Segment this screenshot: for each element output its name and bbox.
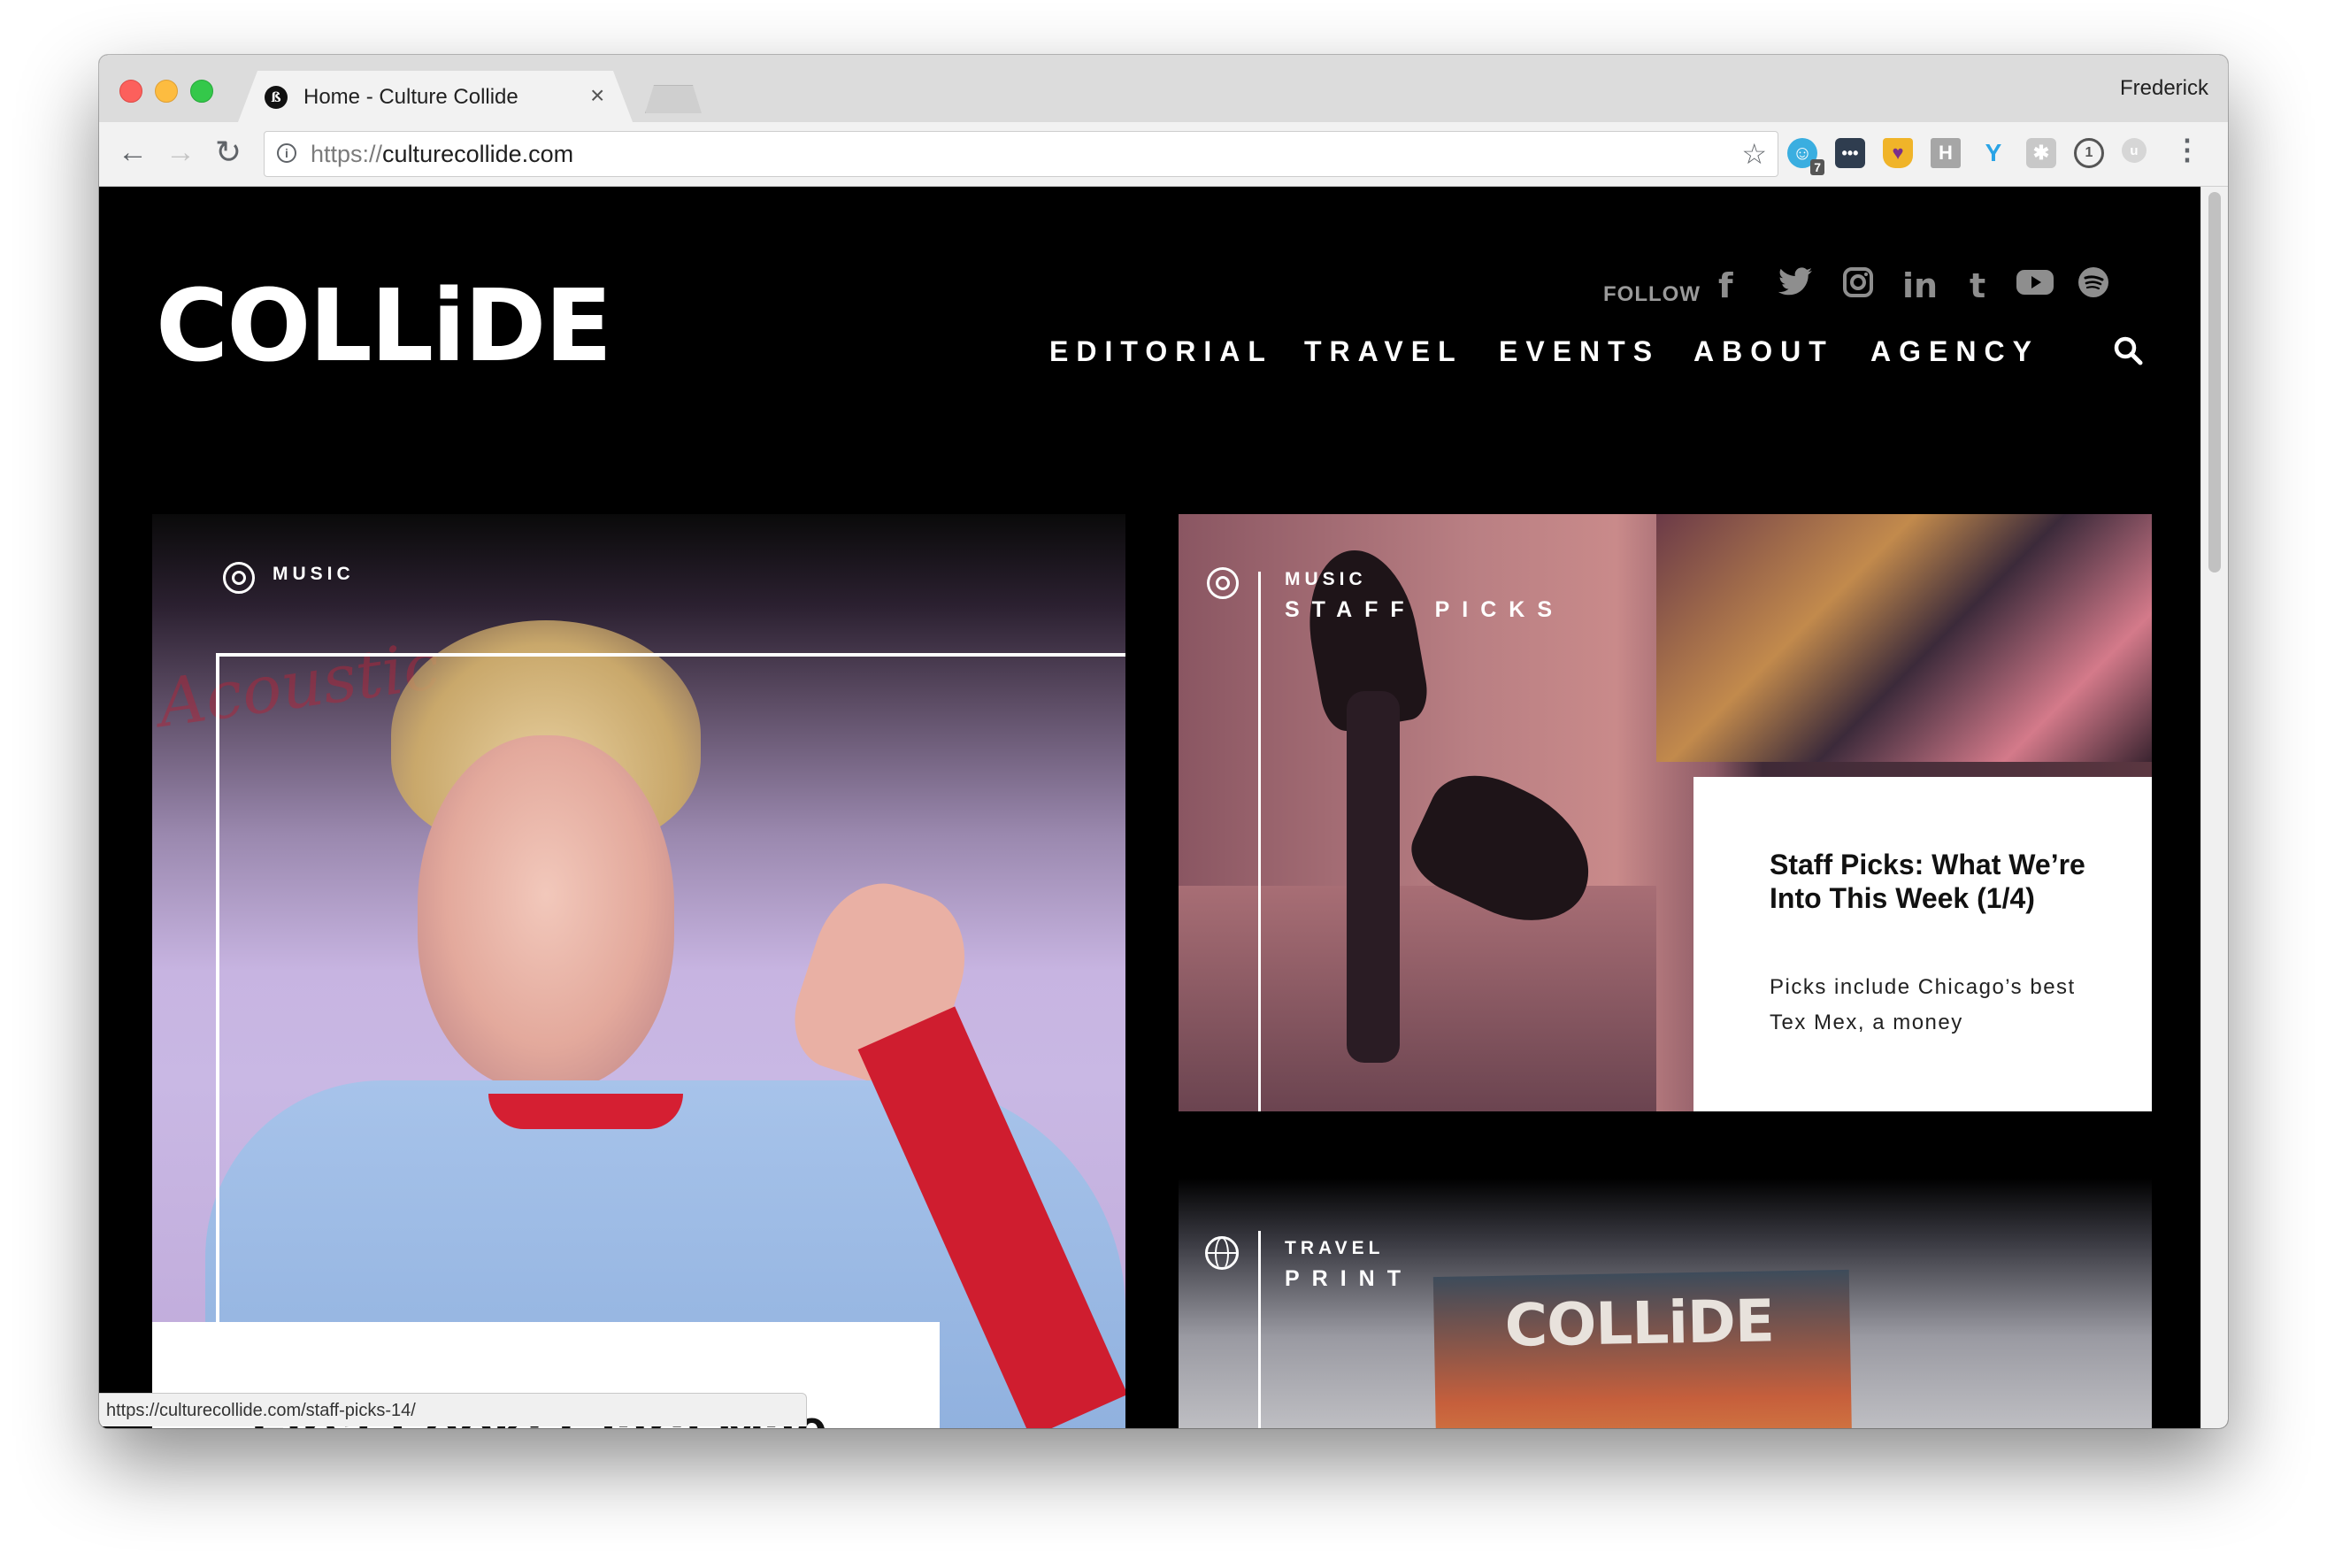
subcategory-label[interactable]: PRINT: [1285, 1266, 1413, 1292]
featured-card-print[interactable]: COLLiDE TRAVEL PRINT: [1179, 1178, 2152, 1428]
scrollbar[interactable]: [2200, 187, 2228, 1428]
url-text[interactable]: https://culturecollide.com: [311, 141, 573, 168]
site-logo[interactable]: COLLiDE: [156, 277, 612, 376]
follow-label: FOLLOW: [1603, 282, 1701, 306]
tab-close-icon[interactable]: ×: [590, 81, 604, 110]
featured-card-clara-mae[interactable]: Acoustic MUSIC First Look: Clara Mae: [152, 514, 1125, 1428]
subcategory-label[interactable]: STAFF PICKS: [1285, 597, 1564, 623]
globe-icon: [1205, 1236, 1239, 1270]
tab-strip: ß Home - Culture Collide × Frederick: [99, 55, 2228, 122]
divider-line: [1258, 572, 1261, 1111]
photo-magazine: COLLiDE: [1432, 1269, 1854, 1428]
ghostery-icon[interactable]: ☺ 7: [1787, 138, 1824, 175]
reload-icon[interactable]: ↻: [209, 133, 248, 172]
spotify-icon[interactable]: [2077, 266, 2109, 306]
browser-window: ß Home - Culture Collide × Frederick ← →…: [99, 55, 2228, 1428]
one-password-icon[interactable]: 1: [2074, 138, 2104, 168]
tumblr-icon[interactable]: t: [1970, 266, 1985, 305]
featured-card-staff-picks[interactable]: MUSIC STAFF PICKS Staff Picks: What We’r…: [1179, 514, 2152, 1111]
forward-arrow-icon[interactable]: →: [161, 133, 200, 172]
nav-events[interactable]: EVENTS: [1499, 335, 1660, 368]
url-host: culturecollide.com: [382, 141, 574, 167]
nav-travel[interactable]: TRAVEL: [1304, 335, 1463, 368]
category-label[interactable]: TRAVEL: [1285, 1238, 1384, 1259]
browser-toolbar: ← → ↻ i https://culturecollide.com ☆ ☺ 7 …: [99, 122, 2228, 187]
tab-title: Home - Culture Collide: [303, 85, 518, 109]
gear-icon[interactable]: ✱: [2026, 138, 2056, 168]
cup-icon[interactable]: ♥: [1883, 138, 1913, 168]
window-maximize-button[interactable]: [190, 80, 213, 103]
nav-agency[interactable]: AGENCY: [1870, 335, 2039, 368]
window-close-button[interactable]: [119, 80, 142, 103]
url-scheme: https://: [311, 141, 383, 167]
photo-gallery-floor: [1179, 886, 1656, 1111]
scrollbar-thumb[interactable]: [2208, 192, 2221, 573]
divider-line: [1258, 1231, 1261, 1428]
image-frame-lines: [216, 653, 1125, 1428]
category-label[interactable]: MUSIC: [1285, 569, 1367, 590]
vinyl-icon: [1207, 567, 1239, 599]
article-excerpt: Picks include Chicago’s best Tex Mex, a …: [1770, 975, 2076, 1034]
facebook-icon[interactable]: f: [1718, 266, 1733, 305]
photo-collage: [1656, 514, 2152, 762]
title-panel: Staff Picks: What We’re Into This Week (…: [1693, 777, 2152, 1111]
twitter-icon[interactable]: [1778, 266, 1814, 306]
youtube-icon[interactable]: [2016, 266, 2054, 305]
photo-figure: [1347, 691, 1400, 1063]
address-bar[interactable]: i https://culturecollide.com ☆: [264, 131, 1778, 177]
nav-editorial[interactable]: EDITORIAL: [1049, 335, 1273, 368]
profile-name[interactable]: Frederick: [2120, 76, 2208, 101]
site-favicon-icon: ß: [265, 86, 288, 109]
extension-badge: 7: [1810, 159, 1824, 175]
nav-about[interactable]: ABOUT: [1693, 335, 1834, 368]
search-icon[interactable]: [2113, 335, 2143, 365]
kebab-menu-icon[interactable]: ⋮: [2173, 133, 2201, 166]
info-icon[interactable]: i: [277, 143, 296, 163]
tab-home[interactable]: ß Home - Culture Collide ×: [238, 71, 633, 122]
instagram-icon[interactable]: [1842, 266, 1874, 306]
h-icon[interactable]: H: [1931, 138, 1961, 168]
linkedin-icon[interactable]: in: [1902, 266, 1938, 305]
star-icon[interactable]: ☆: [1741, 137, 1767, 171]
y-icon[interactable]: Y: [1978, 138, 2008, 168]
vinyl-icon: [223, 562, 255, 594]
page-viewport: COLLiDE FOLLOW f in t EDITORIAL TRAVEL E…: [99, 187, 2228, 1428]
article-title[interactable]: Staff Picks: What We’re Into This Week (…: [1770, 848, 2106, 915]
u-icon[interactable]: u: [2122, 138, 2147, 163]
window-minimize-button[interactable]: [155, 80, 178, 103]
category-label[interactable]: MUSIC: [273, 564, 355, 585]
magazine-logo: COLLiDE: [1504, 1287, 1775, 1360]
status-bar-url: https://culturecollide.com/staff-picks-1…: [99, 1393, 807, 1426]
dots-icon[interactable]: •••: [1835, 138, 1865, 168]
new-tab-button[interactable]: [645, 85, 702, 113]
back-arrow-icon[interactable]: ←: [113, 133, 152, 172]
